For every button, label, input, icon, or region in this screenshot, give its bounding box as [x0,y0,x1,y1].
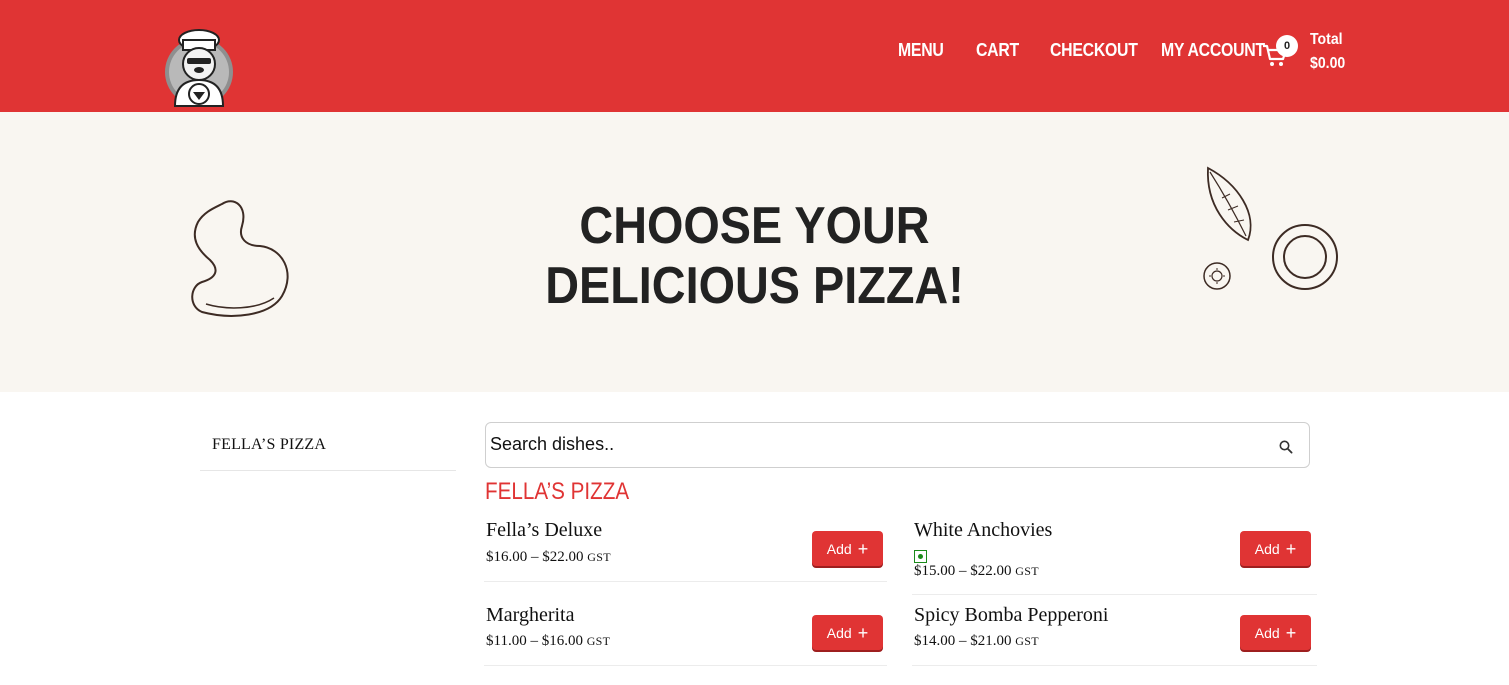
dish-name: Fella’s Deluxe [486,519,603,541]
plus-icon: + [857,622,869,643]
plus-icon: + [1285,622,1297,643]
cart-total-value: $0.00 [1310,55,1346,72]
add-label: Add [1254,540,1280,557]
tax-label: GST [1015,634,1039,648]
dish-name: Margherita [486,604,575,626]
basil-olive-doodle-icon [1198,164,1342,294]
category-title: FELLA’S PIZZA [485,478,630,505]
plus-icon: + [857,538,869,559]
plus-icon: + [1285,538,1297,559]
add-to-cart-button[interactable]: Add + [812,531,883,566]
search-input[interactable] [490,429,1250,459]
search-bar [485,422,1310,468]
tax-label: GST [1015,564,1039,578]
dish-price: $14.00 – $21.00 GST [914,633,1039,650]
dish-price: $16.00 – $22.00 GST [486,549,611,566]
dish-card: Spicy Bomba Pepperoni $14.00 – $21.00 GS… [912,604,1317,666]
search-icon[interactable] [1279,440,1293,454]
nav-checkout[interactable]: CHECKOUT [1050,40,1138,61]
dish-price: $15.00 – $22.00 GST [914,563,1039,580]
cart-total-label: Total [1310,31,1343,48]
category-sidebar: FELLA’S PIZZA [200,424,456,471]
tax-label: GST [586,634,611,648]
add-label: Add [826,624,852,641]
site-header: MENU CART CHECKOUT MY ACCOUNT 0 Total $0… [0,0,1509,112]
price-range: $16.00 – $22.00 [486,549,584,565]
add-label: Add [826,540,852,557]
add-to-cart-button[interactable]: Add + [812,615,883,650]
nav-cart[interactable]: CART [976,40,1019,61]
add-to-cart-button[interactable]: Add + [1240,615,1311,650]
hero-banner: CHOOSE YOUR DELICIOUS PIZZA! [0,112,1509,392]
price-range: $14.00 – $21.00 [914,633,1012,649]
cart-count-badge: 0 [1276,35,1298,57]
dish-name: White Anchovies [914,519,1053,541]
add-to-cart-button[interactable]: Add + [1240,531,1311,566]
add-label: Add [1254,624,1280,641]
nav-my-account[interactable]: MY ACCOUNT [1161,40,1265,61]
dish-card: Fella’s Deluxe $16.00 – $22.00 GST Add + [484,519,887,582]
nav-menu[interactable]: MENU [898,40,944,61]
price-range: $11.00 – $16.00 [486,633,583,649]
sidebar-item-fellas-pizza[interactable]: FELLA’S PIZZA [212,436,326,454]
dish-card: White Anchovies $15.00 – $22.00 GST Add + [912,519,1317,595]
tax-label: GST [587,550,611,564]
dish-card: Margherita $11.00 – $16.00 GST Add + [484,604,887,666]
price-range: $15.00 – $22.00 [914,563,1012,579]
veg-indicator-icon [914,550,927,563]
dish-price: $11.00 – $16.00 GST [486,633,610,650]
chef-bear-logo-icon[interactable] [163,26,237,110]
dish-name: Spicy Bomba Pepperoni [914,604,1109,626]
